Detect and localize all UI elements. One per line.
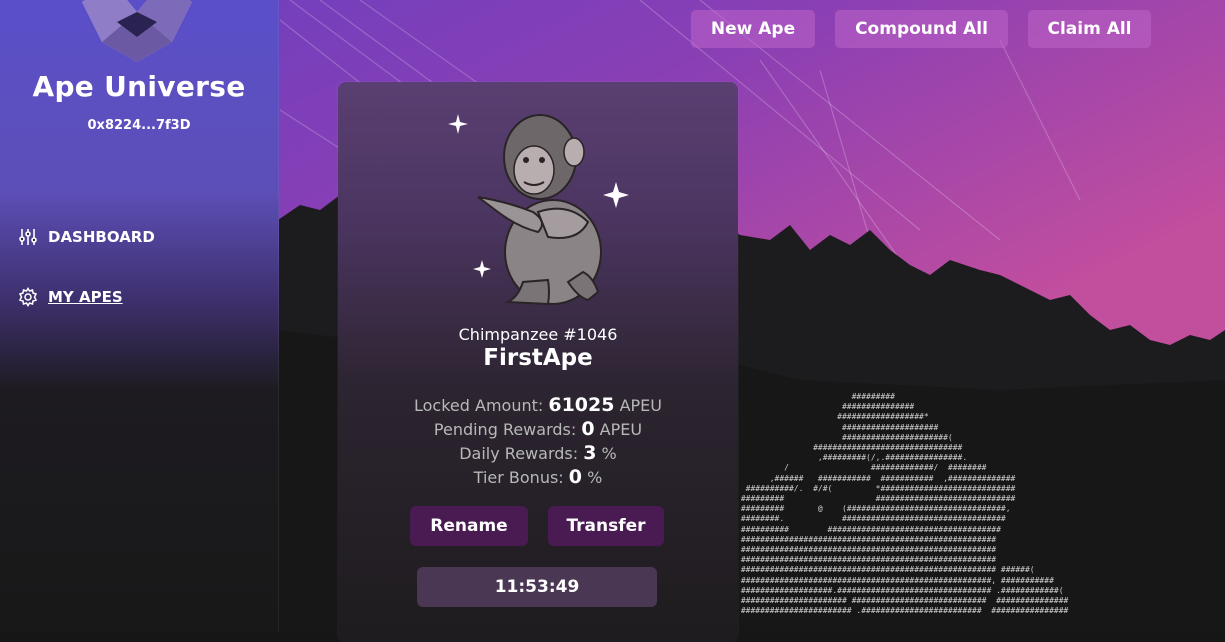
sidebar-item-label: MY APES [48,288,123,306]
ape-name: FirstApe [483,345,593,371]
stat-unit: APEU [599,420,643,439]
sliders-icon [19,229,37,245]
stat-label: Tier Bonus: [473,468,564,487]
sparkle-icon [473,260,491,278]
ape-card: Chimpanzee #1046 FirstApe Locked Amount:… [338,82,738,642]
locked-amount-stat: Locked Amount: 61025 APEU [338,394,738,416]
app-title: Ape Universe [32,70,246,103]
tier-bonus-stat: Tier Bonus: 0 % [338,466,738,488]
rename-button[interactable]: Rename [410,506,528,546]
gear-icon [18,287,38,307]
stat-unit: APEU [619,396,662,415]
sidebar-item-dashboard[interactable]: DASHBOARD [18,227,155,247]
wallet-address[interactable]: 0x8224...7f3D [0,118,278,133]
claim-all-button[interactable]: Claim All [1028,10,1151,48]
ape-species: Chimpanzee #1046 [458,325,618,344]
ape-illustration [448,114,629,306]
compound-all-button[interactable]: Compound All [835,10,1008,48]
stat-value: 3 [583,442,597,464]
stat-value: 0 [581,418,595,440]
stat-unit: % [601,444,617,463]
stat-value: 61025 [548,394,615,416]
stat-unit: % [587,468,603,487]
ape-logo [82,0,192,62]
sidebar-item-my-apes[interactable]: MY APES [18,287,123,307]
stat-value: 0 [568,466,583,488]
daily-rewards-stat: Daily Rewards: 3 % [338,442,738,464]
transfer-button[interactable]: Transfer [548,506,664,546]
sidebar-item-label: DASHBOARD [48,228,155,246]
new-ape-button[interactable]: New Ape [691,10,815,48]
countdown-timer: 11:53:49 [417,567,657,607]
stat-label: Pending Rewards: [433,420,577,439]
stat-label: Daily Rewards: [459,444,579,463]
sparkle-icon [603,182,629,208]
stat-label: Locked Amount: [414,396,544,415]
sparkle-icon [448,114,468,134]
ascii-art-decoration: ######### ############### ##############… [740,392,1069,616]
pending-rewards-stat: Pending Rewards: 0 APEU [338,418,738,440]
sidebar: Ape Universe 0x8224...7f3D DASHBOARD MY … [0,0,279,632]
